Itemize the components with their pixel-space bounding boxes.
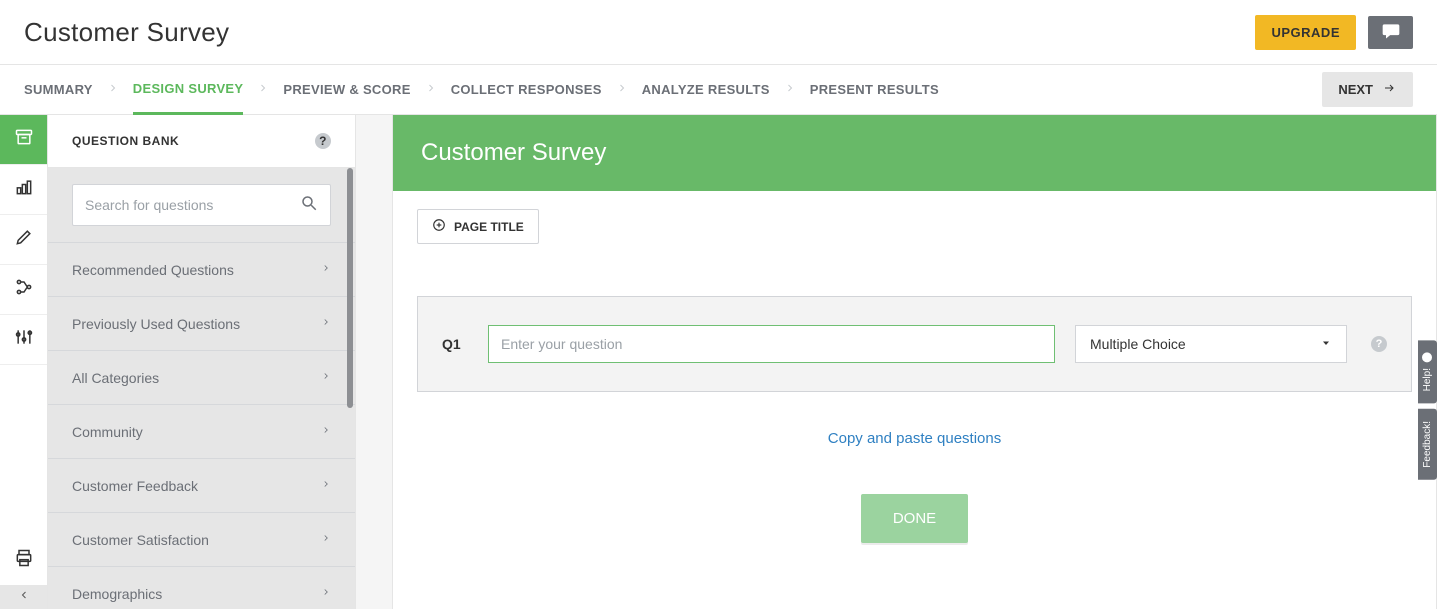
survey-title-bar[interactable]: Customer Survey (393, 115, 1436, 191)
archive-icon (14, 127, 34, 152)
category-community[interactable]: Community (48, 404, 355, 458)
question-bank-header: QUESTION BANK ? (48, 115, 355, 168)
question-text-input[interactable] (488, 325, 1055, 363)
speech-bubble-icon (1380, 21, 1402, 44)
page-title-button[interactable]: PAGE TITLE (417, 209, 539, 244)
category-label: Demographics (72, 586, 162, 602)
rail-logic[interactable] (0, 265, 47, 315)
caret-down-icon (1320, 336, 1332, 352)
category-recommended-questions[interactable]: Recommended Questions (48, 242, 355, 296)
rail-options[interactable] (0, 315, 47, 365)
rail-collapse[interactable] (0, 585, 47, 609)
chevron-right-icon (321, 477, 331, 494)
chevron-right-icon (257, 81, 269, 99)
feedback-tab-label: Feedback! (1422, 421, 1433, 468)
next-button-label: NEXT (1338, 82, 1373, 97)
chat-dot-icon (1423, 352, 1433, 362)
chevron-right-icon (321, 369, 331, 386)
tab-summary[interactable]: SUMMARY (24, 66, 93, 113)
category-demographics[interactable]: Demographics (48, 566, 355, 609)
search-input[interactable] (85, 197, 300, 213)
question-bank-panel: QUESTION BANK ? Recommended Questions Pr… (48, 115, 356, 609)
search-wrap (48, 168, 355, 242)
category-label: Customer Feedback (72, 478, 198, 494)
help-tab[interactable]: Help! (1418, 340, 1437, 403)
copy-paste-wrap: Copy and paste questions (417, 430, 1412, 448)
logic-icon (14, 277, 34, 302)
category-label: Customer Satisfaction (72, 532, 209, 548)
chevron-right-icon (321, 261, 331, 278)
feedback-tab[interactable]: Feedback! (1418, 409, 1437, 480)
chevron-left-icon (18, 588, 30, 606)
question-type-value: Multiple Choice (1090, 336, 1186, 352)
plus-circle-icon (432, 218, 446, 235)
floating-tabs: Help! Feedback! (1418, 340, 1437, 480)
chat-button[interactable] (1368, 16, 1413, 49)
category-label: Recommended Questions (72, 262, 234, 278)
question-type-select[interactable]: Multiple Choice (1075, 325, 1347, 363)
copy-paste-link[interactable]: Copy and paste questions (828, 430, 1001, 447)
question-help-icon[interactable]: ? (1371, 336, 1387, 352)
survey-canvas: Customer Survey PAGE TITLE Q1 Multiple C… (356, 115, 1437, 609)
next-button[interactable]: NEXT (1322, 72, 1413, 107)
category-label: Community (72, 424, 143, 440)
question-bank-body: Recommended Questions Previously Used Qu… (48, 168, 355, 609)
category-previously-used-questions[interactable]: Previously Used Questions (48, 296, 355, 350)
workflow-tabs: SUMMARY DESIGN SURVEY PREVIEW & SCORE CO… (24, 65, 939, 114)
rail-question-bank[interactable] (0, 115, 47, 165)
chevron-right-icon (321, 423, 331, 440)
search-box[interactable] (72, 184, 331, 226)
pencil-icon (14, 227, 34, 252)
rail-print[interactable] (0, 535, 47, 585)
main-body: QUESTION BANK ? Recommended Questions Pr… (0, 115, 1437, 609)
done-wrap: DONE (417, 494, 1412, 543)
question-block: Q1 Multiple Choice ? (417, 296, 1412, 392)
category-label: Previously Used Questions (72, 316, 240, 332)
category-all-categories[interactable]: All Categories (48, 350, 355, 404)
rail-build[interactable] (0, 165, 47, 215)
arrow-right-icon (1381, 82, 1397, 97)
tab-preview-score[interactable]: PREVIEW & SCORE (283, 66, 410, 113)
category-label: All Categories (72, 370, 159, 386)
scrollbar-thumb[interactable] (347, 168, 353, 408)
tab-design-survey[interactable]: DESIGN SURVEY (133, 65, 244, 115)
tab-present-results[interactable]: PRESENT RESULTS (810, 66, 939, 113)
question-bank-title: QUESTION BANK (72, 134, 179, 148)
category-customer-feedback[interactable]: Customer Feedback (48, 458, 355, 512)
survey-page: Customer Survey PAGE TITLE Q1 Multiple C… (392, 115, 1437, 609)
chevron-right-icon (321, 531, 331, 548)
top-bar: Customer Survey UPGRADE (0, 0, 1437, 65)
chevron-right-icon (321, 585, 331, 602)
survey-content: PAGE TITLE Q1 Multiple Choice ? Copy and… (393, 191, 1436, 583)
question-number: Q1 (442, 336, 468, 352)
help-icon[interactable]: ? (315, 133, 331, 149)
sliders-icon (14, 327, 34, 352)
done-button[interactable]: DONE (861, 494, 968, 543)
chevron-right-icon (321, 315, 331, 332)
chevron-right-icon (784, 81, 796, 99)
upgrade-button[interactable]: UPGRADE (1255, 15, 1356, 50)
survey-title-text: Customer Survey (421, 139, 606, 166)
help-tab-label: Help! (1422, 368, 1433, 391)
category-customer-satisfaction[interactable]: Customer Satisfaction (48, 512, 355, 566)
chevron-right-icon (616, 81, 628, 99)
topbar-actions: UPGRADE (1255, 15, 1413, 50)
tab-analyze-results[interactable]: ANALYZE RESULTS (642, 66, 770, 113)
left-rail (0, 115, 48, 609)
chevron-right-icon (107, 81, 119, 99)
rail-appearance[interactable] (0, 215, 47, 265)
chevron-right-icon (425, 81, 437, 99)
workflow-tabs-row: SUMMARY DESIGN SURVEY PREVIEW & SCORE CO… (0, 65, 1437, 115)
print-icon (14, 548, 34, 573)
survey-name: Customer Survey (24, 17, 229, 48)
tab-collect-responses[interactable]: COLLECT RESPONSES (451, 66, 602, 113)
page-title-label: PAGE TITLE (454, 220, 524, 234)
search-icon (300, 194, 318, 217)
chart-icon (14, 177, 34, 202)
